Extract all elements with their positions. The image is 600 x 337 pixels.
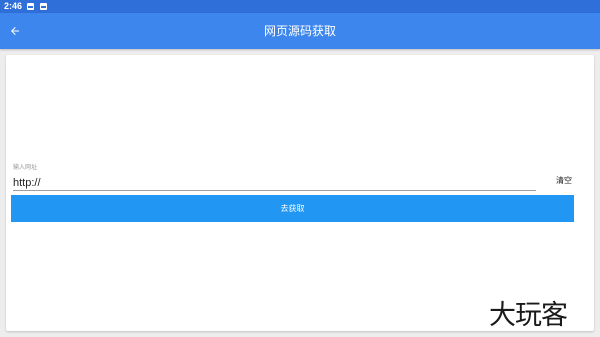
fetch-button[interactable]: 去获取 — [11, 195, 574, 222]
status-bar: 2:46 — [0, 0, 600, 13]
watermark-logo: 大玩客 — [489, 300, 568, 331]
url-input[interactable] — [13, 175, 536, 191]
status-time: 2:46 — [4, 1, 23, 11]
image-icon — [27, 3, 34, 10]
content-card: 输入网址 清空 去获取 — [6, 55, 594, 331]
app-bar: 网页源码获取 — [0, 13, 600, 49]
clear-button[interactable]: 清空 — [546, 173, 582, 189]
page-title: 网页源码获取 — [263, 24, 336, 38]
notification-icon — [40, 3, 47, 10]
url-input-label: 输入网址 — [13, 164, 38, 171]
